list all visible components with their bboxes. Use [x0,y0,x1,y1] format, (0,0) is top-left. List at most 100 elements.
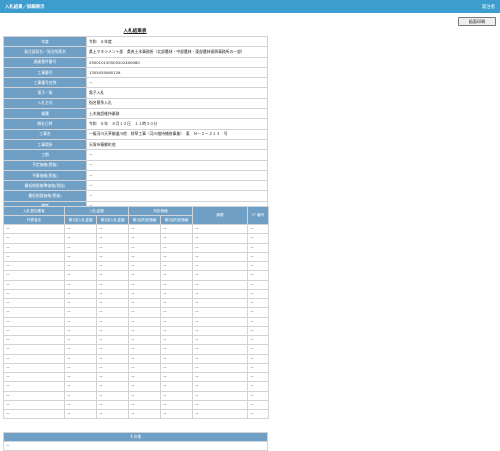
table-cell: － [64,251,97,263]
table-cell: － [247,251,269,263]
table-cell: － [96,325,129,337]
table-cell: － [192,242,248,253]
table-cell: － [64,316,97,327]
table-cell: － [160,251,193,263]
info-row: 最低制限価格(税抜) － [3,190,268,202]
table-cell: － [247,325,269,337]
table-cell: － [3,371,65,383]
table-cell: － [64,353,97,364]
table-row: －－－－－－－ [3,399,269,411]
table-cell: － [128,316,161,327]
info-row: 調達案件番号 290010130505202400060 [3,56,268,68]
table-cell: － [192,307,248,318]
info-value: 土木施設維持業務 [86,108,268,120]
table-cell: － [128,371,161,383]
table-cell: － [128,279,161,290]
table-cell: － [192,251,248,263]
info-value: 電子入札 [86,87,268,99]
table-cell: － [3,260,65,272]
table-cell: － [3,362,65,374]
info-label: 入札方式 [3,97,87,110]
table-cell: － [64,223,97,235]
info-row: 業種 土木施設維持業務 [3,108,268,120]
table-cell: － [64,399,97,411]
table-cell: － [3,390,65,401]
info-value: 1305055060126 [86,66,268,79]
table-cell: － [192,288,248,300]
table-cell: － [128,233,161,244]
info-value: 県土マネジメント部 県央土木事務所（北部農林・中部農林・東部農林振興事務所の一部… [86,46,268,58]
company-subheader: 代表者名 [3,215,65,225]
judge1-subheader: 第1回判定価格 [128,215,161,225]
info-value: 令和 ６年度 [86,35,268,48]
table-cell: － [96,371,129,383]
table-row: －－－－－－－ [3,371,269,383]
table-cell: － [3,334,65,346]
info-value: 290010130505202400060 [86,56,268,68]
table-cell: － [96,353,129,364]
info-label: 最低制限価格(税抜) [3,190,87,202]
table-cell: － [128,325,161,337]
table-row: －－－－－－－ [3,233,269,244]
table-cell: － [96,260,129,272]
table-cell: － [192,344,248,355]
table-row: －－－－－－－ [3,408,269,420]
info-label: 発注部局名／発注所属名 [3,46,87,58]
other-table: その他 － [3,432,268,451]
print-screen-button[interactable]: 画面印刷 [458,17,496,26]
info-label: 業種 [3,108,87,120]
table-cell: － [247,381,269,392]
table-cell: － [128,242,161,253]
table-row: －－－－－－－ [3,251,269,263]
table-cell: － [160,233,193,244]
info-label: 工事名 [3,128,87,140]
table-cell: － [96,334,129,346]
title-bar: 入札結果／詳細表示 発注者 [0,0,500,13]
table-cell: － [247,242,269,253]
table-cell: － [247,288,269,300]
info-label: 予算価格(税抜) [3,169,87,182]
table-cell: － [160,288,193,300]
table-cell: － [192,279,248,290]
info-row: 開札日時 令和 ６年 ８月１２日 １１時３０分 [3,118,268,130]
table-cell: － [160,390,193,401]
table-cell: － [3,297,65,309]
table-cell: － [128,353,161,364]
info-label: 予定価格(税抜) [3,159,87,171]
table-cell: － [247,297,269,309]
table-cell: － [160,399,193,411]
table-cell: － [128,251,161,263]
table-row: －－－－－－－ [3,390,269,401]
info-row: 工事場所 天塚市篠郷町他 [3,138,268,151]
table-cell: － [96,223,129,235]
info-value: 天塚市篠郷町他 [86,138,268,151]
table-cell: － [247,260,269,272]
info-value: 一級河川天草御道川他 除草工事（河川維持補修事業） 東 Ｎ－２－２１３ 号 [86,128,268,140]
table-cell: － [96,362,129,374]
table-cell: － [247,270,269,281]
info-row: 工期－ [3,149,268,161]
table-row: －－－－－－－ [3,288,269,300]
table-cell: － [128,390,161,401]
window-title: 入札結果／詳細表示 [5,4,45,10]
table-cell: － [192,233,248,244]
table-cell: － [96,316,129,327]
table-cell: － [160,242,193,253]
table-cell: － [128,270,161,281]
table-cell: － [3,344,65,355]
table-cell: － [96,307,129,318]
table-cell: － [96,251,129,263]
table-cell: － [96,279,129,290]
table-cell: － [64,233,97,244]
info-value: － [86,169,268,182]
info-label: 工事番号 [3,66,87,79]
table-cell: － [160,381,193,392]
bid-amount-header: 入札金額 [64,206,129,216]
judge-price-header: 判定価格 [128,206,193,216]
table-cell: － [192,408,248,420]
table-cell: － [192,399,248,411]
table-cell: － [128,288,161,300]
table-cell: － [64,260,97,272]
other-value: － [3,441,268,451]
table-row: －－－－－－－ [3,353,269,364]
